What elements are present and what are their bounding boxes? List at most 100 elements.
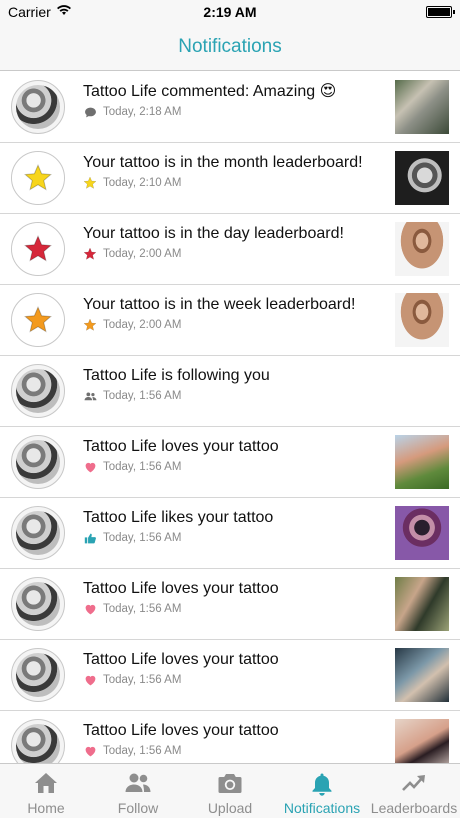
- notification-meta: Today, 1:56 AM: [83, 389, 383, 403]
- tattoo-thumbnail[interactable]: [395, 435, 449, 489]
- nav-bar: Notifications: [0, 24, 460, 71]
- notification-meta: Today, 1:56 AM: [83, 602, 383, 616]
- notification-message: Tattoo Life loves your tattoo: [83, 651, 279, 668]
- notification-meta: Today, 2:10 AM: [83, 176, 383, 190]
- tab-upload[interactable]: Upload: [184, 764, 276, 818]
- tab-label: Leaderboards: [370, 800, 458, 816]
- status-bar: Carrier 2:19 AM: [0, 0, 460, 24]
- tattoo-thumbnail[interactable]: [395, 648, 449, 702]
- red-star-icon[interactable]: [11, 222, 65, 276]
- heart-icon: [83, 460, 97, 474]
- notification-meta: Today, 1:56 AM: [83, 531, 383, 545]
- tattoo-thumbnail[interactable]: [395, 577, 449, 631]
- notification-meta: Today, 1:56 AM: [83, 460, 383, 474]
- notification-meta: Today, 2:18 AM: [83, 105, 383, 119]
- avatar[interactable]: [11, 364, 65, 418]
- tab-notifications[interactable]: Notifications: [276, 764, 368, 818]
- battery-icon: [426, 6, 455, 18]
- people-icon: [83, 389, 97, 403]
- notification-time: Today, 2:18 AM: [103, 106, 182, 118]
- notification-row[interactable]: Your tattoo is in the week leaderboard! T…: [0, 285, 460, 356]
- notification-list[interactable]: Tattoo Life commented: Amazing 😍 Today, 2…: [0, 72, 460, 763]
- star-icon: [83, 247, 97, 261]
- notification-message: Tattoo Life likes your tattoo: [83, 509, 274, 526]
- notification-meta: Today, 2:00 AM: [83, 318, 383, 332]
- notification-text: Tattoo Life loves your tattoo Today, 1:56…: [83, 650, 383, 687]
- tab-label: Notifications: [283, 800, 361, 816]
- tab-home[interactable]: Home: [0, 764, 92, 818]
- avatar[interactable]: [11, 648, 65, 702]
- notification-message: Tattoo Life is following you: [83, 367, 270, 384]
- notification-text: Tattoo Life loves your tattoo Today, 1:56…: [83, 437, 383, 474]
- tab-follow[interactable]: Follow: [92, 764, 184, 818]
- people-icon: [92, 764, 184, 794]
- notification-row[interactable]: Tattoo Life loves your tattoo Today, 1:56…: [0, 427, 460, 498]
- notification-meta: Today, 1:56 AM: [83, 673, 383, 687]
- notification-text: Tattoo Life loves your tattoo Today, 1:56…: [83, 721, 383, 758]
- clock: 2:19 AM: [203, 4, 257, 20]
- notification-row[interactable]: Tattoo Life likes your tattoo Today, 1:56…: [0, 498, 460, 569]
- camera-icon: [184, 764, 276, 794]
- tab-label: Follow: [117, 800, 159, 816]
- page-title: Notifications: [178, 36, 282, 57]
- comment-icon: [83, 105, 97, 119]
- thumbs-up-icon: [83, 531, 97, 545]
- notification-row[interactable]: Your tattoo is in the month leaderboard!…: [0, 143, 460, 214]
- heart-icon: [83, 673, 97, 687]
- heart-icon: [83, 602, 97, 616]
- notification-row[interactable]: Tattoo Life loves your tattoo Today, 1:56…: [0, 569, 460, 640]
- notification-message: Your tattoo is in the day leaderboard!: [83, 225, 344, 242]
- notification-time: Today, 2:00 AM: [103, 248, 182, 260]
- star-icon: [83, 318, 97, 332]
- trending-up-icon: [368, 764, 460, 794]
- orange-star-icon[interactable]: [11, 293, 65, 347]
- tattoo-thumbnail[interactable]: [395, 719, 449, 763]
- notification-row[interactable]: Tattoo Life loves your tattoo Today, 1:56…: [0, 640, 460, 711]
- notification-time: Today, 2:10 AM: [103, 177, 182, 189]
- tattoo-thumbnail[interactable]: [395, 80, 449, 134]
- notification-meta: Today, 1:56 AM: [83, 744, 383, 758]
- notification-text: Your tattoo is in the month leaderboard!…: [83, 153, 383, 190]
- notification-text: Your tattoo is in the day leaderboard! To…: [83, 224, 383, 261]
- notification-row[interactable]: Tattoo Life is following you Today, 1:56 …: [0, 356, 460, 427]
- tattoo-thumbnail[interactable]: [395, 151, 449, 205]
- bell-icon: [276, 764, 368, 796]
- notification-time: Today, 1:56 AM: [103, 674, 182, 686]
- notification-message: Tattoo Life loves your tattoo: [83, 722, 279, 739]
- notification-time: Today, 1:56 AM: [103, 603, 182, 615]
- notification-message: Your tattoo is in the week leaderboard!: [83, 296, 356, 313]
- notification-time: Today, 2:00 AM: [103, 319, 182, 331]
- notification-text: Tattoo Life is following you Today, 1:56 …: [83, 366, 383, 403]
- tattoo-thumbnail[interactable]: [395, 293, 449, 347]
- avatar[interactable]: [11, 719, 65, 763]
- notification-message: Your tattoo is in the month leaderboard!: [83, 154, 363, 171]
- notification-row[interactable]: Tattoo Life commented: Amazing 😍 Today, 2…: [0, 72, 460, 143]
- notification-time: Today, 1:56 AM: [103, 461, 182, 473]
- avatar[interactable]: [11, 506, 65, 560]
- tab-label: Upload: [207, 800, 253, 816]
- notification-meta: Today, 2:00 AM: [83, 247, 383, 261]
- home-icon: [0, 764, 92, 794]
- notification-text: Tattoo Life commented: Amazing 😍 Today, 2…: [83, 82, 383, 119]
- notification-message: Tattoo Life loves your tattoo: [83, 580, 279, 597]
- notification-message: Tattoo Life commented: Amazing 😍: [83, 83, 337, 100]
- notification-text: Your tattoo is in the week leaderboard! T…: [83, 295, 383, 332]
- notification-time: Today, 1:56 AM: [103, 532, 182, 544]
- tattoo-thumbnail[interactable]: [395, 506, 449, 560]
- notification-message: Tattoo Life loves your tattoo: [83, 438, 279, 455]
- notification-row[interactable]: Tattoo Life loves your tattoo Today, 1:56…: [0, 711, 460, 763]
- notification-text: Tattoo Life loves your tattoo Today, 1:56…: [83, 579, 383, 616]
- tattoo-thumbnail[interactable]: [395, 222, 449, 276]
- heart-icon: [83, 744, 97, 758]
- notification-time: Today, 1:56 AM: [103, 745, 182, 757]
- avatar[interactable]: [11, 577, 65, 631]
- tab-label: Home: [27, 800, 65, 816]
- notification-text: Tattoo Life likes your tattoo Today, 1:56…: [83, 508, 383, 545]
- avatar[interactable]: [11, 435, 65, 489]
- star-icon: [83, 176, 97, 190]
- tab-leaderboards[interactable]: Leaderboards: [368, 764, 460, 818]
- yellow-star-icon[interactable]: [11, 151, 65, 205]
- tab-bar: Home Follow Upload Notifications Leaderboard…: [0, 763, 460, 818]
- avatar[interactable]: [11, 80, 65, 134]
- notification-row[interactable]: Your tattoo is in the day leaderboard! To…: [0, 214, 460, 285]
